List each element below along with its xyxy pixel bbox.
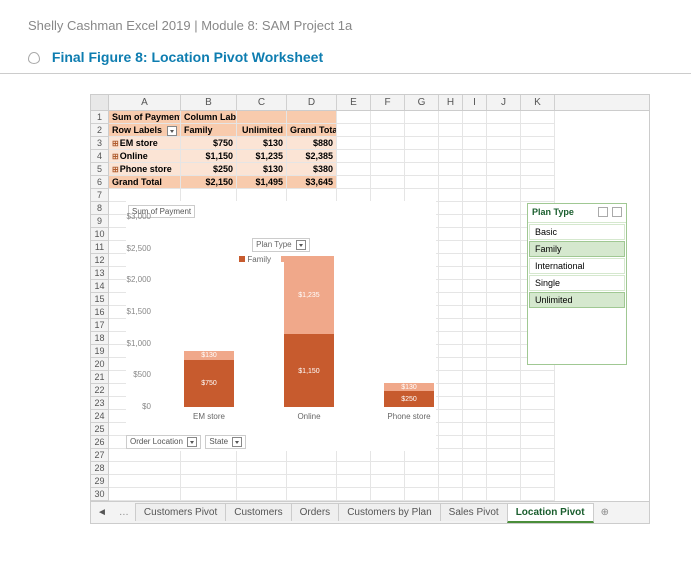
chevron-down-icon[interactable] xyxy=(187,437,197,447)
row-header-14[interactable]: 14 xyxy=(91,280,109,293)
clear-filter-icon[interactable] xyxy=(612,207,622,217)
filter-state[interactable]: State xyxy=(205,435,246,449)
slicer-item-single[interactable]: Single xyxy=(529,275,625,291)
slicer-title: Plan Type xyxy=(532,207,574,219)
col-header-K[interactable]: K xyxy=(521,95,555,110)
row-header-8[interactable]: 8 xyxy=(91,202,109,215)
chevron-down-icon[interactable] xyxy=(167,126,177,136)
slicer-item-family[interactable]: Family xyxy=(529,241,625,257)
col-header-A[interactable]: A xyxy=(109,95,181,110)
row-header-27[interactable]: 27 xyxy=(91,449,109,462)
bar-group-phone-store[interactable]: $130$250Phone store xyxy=(384,383,434,407)
slicer-item-basic[interactable]: Basic xyxy=(529,224,625,240)
sheet-tab-customers-pivot[interactable]: Customers Pivot xyxy=(135,503,226,521)
slicer-item-unlimited[interactable]: Unlimited xyxy=(529,292,625,308)
bar-group-online[interactable]: $1,235$1,150Online xyxy=(284,256,334,407)
select-all-corner[interactable] xyxy=(91,95,109,110)
breadcrumb: Shelly Cashman Excel 2019 | Module 8: SA… xyxy=(0,0,691,41)
column-headers: ABCDEFGHIJK xyxy=(91,95,649,111)
sheet-tab-orders[interactable]: Orders xyxy=(291,503,340,521)
page-title-row: Final Figure 8: Location Pivot Worksheet xyxy=(0,41,691,74)
row-header-21[interactable]: 21 xyxy=(91,371,109,384)
excel-window: ABCDEFGHIJK 1234567891011121314151617181… xyxy=(90,94,650,524)
row-header-25[interactable]: 25 xyxy=(91,423,109,436)
row-header-30[interactable]: 30 xyxy=(91,488,109,501)
tab-nav-prev[interactable]: ◄ xyxy=(91,507,113,518)
row-header-3[interactable]: 3 xyxy=(91,137,109,150)
row-header-20[interactable]: 20 xyxy=(91,358,109,371)
row-header-18[interactable]: 18 xyxy=(91,332,109,345)
col-header-H[interactable]: H xyxy=(439,95,463,110)
row-header-26[interactable]: 26 xyxy=(91,436,109,449)
filter-order-location[interactable]: Order Location xyxy=(126,435,201,449)
chart-filter-buttons: Order Location State xyxy=(126,435,248,449)
row-header-13[interactable]: 13 xyxy=(91,267,109,280)
chevron-down-icon[interactable] xyxy=(232,437,242,447)
row-header-17[interactable]: 17 xyxy=(91,319,109,332)
lightbulb-icon xyxy=(28,52,40,64)
row-header-11[interactable]: 11 xyxy=(91,241,109,254)
col-header-J[interactable]: J xyxy=(487,95,521,110)
col-header-I[interactable]: I xyxy=(463,95,487,110)
row-header-7[interactable]: 7 xyxy=(91,189,109,202)
col-header-B[interactable]: B xyxy=(181,95,237,110)
page-title: Final Figure 8: Location Pivot Worksheet xyxy=(52,49,323,65)
row-header-1[interactable]: 1 xyxy=(91,111,109,124)
row-header-24[interactable]: 24 xyxy=(91,410,109,423)
pivot-chart[interactable]: Sum of Payment $0$500$1,000$1,500$2,000$… xyxy=(126,201,436,451)
tab-overflow[interactable]: … xyxy=(113,507,135,518)
slicer-plan-type[interactable]: Plan Type BasicFamilyInternationalSingle… xyxy=(527,203,627,365)
sheet-tab-customers[interactable]: Customers xyxy=(225,503,291,521)
bar-group-em-store[interactable]: $130$750EM store xyxy=(184,351,234,407)
col-header-G[interactable]: G xyxy=(405,95,439,110)
chart-plot-area: $0$500$1,000$1,500$2,000$2,500$3,000$130… xyxy=(154,217,432,407)
row-header-10[interactable]: 10 xyxy=(91,228,109,241)
sheet-tab-sales-pivot[interactable]: Sales Pivot xyxy=(440,503,508,521)
col-header-C[interactable]: C xyxy=(237,95,287,110)
multi-select-icon[interactable] xyxy=(598,207,608,217)
row-header-16[interactable]: 16 xyxy=(91,306,109,319)
row-header-2[interactable]: 2 xyxy=(91,124,109,137)
row-header-12[interactable]: 12 xyxy=(91,254,109,267)
col-header-E[interactable]: E xyxy=(337,95,371,110)
row-header-29[interactable]: 29 xyxy=(91,475,109,488)
sheet-tab-customers-by-plan[interactable]: Customers by Plan xyxy=(338,503,440,521)
row-header-4[interactable]: 4 xyxy=(91,150,109,163)
row-header-19[interactable]: 19 xyxy=(91,345,109,358)
row-header-5[interactable]: 5 xyxy=(91,163,109,176)
chevron-down-icon[interactable] xyxy=(296,240,306,250)
slicer-item-international[interactable]: International xyxy=(529,258,625,274)
row-headers: 1234567891011121314151617181920212223242… xyxy=(91,111,109,501)
sheet-tab-strip: ◄ … Customers PivotCustomersOrdersCustom… xyxy=(91,501,649,523)
row-header-28[interactable]: 28 xyxy=(91,462,109,475)
col-header-F[interactable]: F xyxy=(371,95,405,110)
col-header-D[interactable]: D xyxy=(287,95,337,110)
row-header-6[interactable]: 6 xyxy=(91,176,109,189)
sheet-tab-location-pivot[interactable]: Location Pivot xyxy=(507,503,594,523)
row-header-23[interactable]: 23 xyxy=(91,397,109,410)
row-header-15[interactable]: 15 xyxy=(91,293,109,306)
row-header-9[interactable]: 9 xyxy=(91,215,109,228)
row-header-22[interactable]: 22 xyxy=(91,384,109,397)
add-sheet-button[interactable]: ⊕ xyxy=(593,507,617,518)
